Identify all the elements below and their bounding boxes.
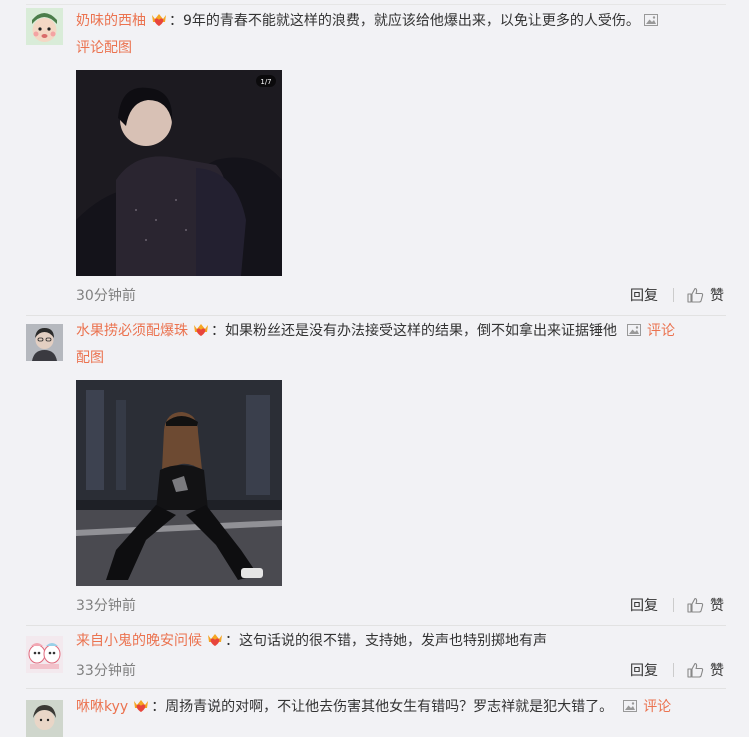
divider [26,688,726,689]
comment-image-link-continued[interactable]: 配图 [76,350,104,366]
thumbs-up-icon [687,597,704,613]
comment-time: 33分钟前 [76,663,136,679]
like-button[interactable]: 赞 [687,595,724,615]
avatar[interactable] [26,8,63,45]
divider [26,625,726,626]
reply-button[interactable]: 回复 [630,595,658,615]
comment-photo[interactable]: 1/7 [76,70,282,276]
top-divider [26,4,726,5]
vip-heart-badge-icon[interactable] [192,323,210,337]
comment-body: 咻咻kyy ：周扬青说的对啊，不让他去伤害其他女生有错吗？罗志祥就是犯大错了。 评论 [76,694,726,721]
avatar[interactable] [26,636,63,673]
like-label: 赞 [710,288,724,304]
thumbs-up-icon [687,287,704,303]
comment-body: 奶味的西柚 ：9年的青春不能就这样的浪费，就应该给他爆出来，以免让更多的人受伤。评… [76,8,726,62]
vip-heart-badge-icon[interactable] [132,699,150,713]
comment-text: ：如果粉丝还是没有办法接受这样的结果，倒不如拿出来证据锤他 [211,323,617,339]
avatar[interactable] [26,324,63,361]
vip-heart-badge-icon[interactable] [206,633,224,647]
comment-image-link[interactable]: 评论 [647,323,675,339]
comment-image-link[interactable]: 评论 [643,699,671,715]
image-icon[interactable] [643,14,658,26]
comment-body: 水果捞必须配爆珠 ：如果粉丝还是没有办法接受这样的结果，倒不如拿出来证据锤他 评论配… [76,318,726,372]
comment-image-link[interactable]: 评论配图 [76,40,132,56]
comment-photo[interactable] [76,380,282,586]
image-icon[interactable] [627,324,641,336]
comment-text: ：周扬青说的对啊，不让他去伤害其他女生有错吗？罗志祥就是犯大错了。 [151,699,614,715]
like-label: 赞 [710,663,724,679]
username-link[interactable]: 来自小鬼的晚安问候 [76,633,202,649]
divider [673,663,674,677]
comment-text: ：这句话说的很不错，支持她，发声也特别掷地有声 [225,633,547,649]
comment-text: ：9年的青春不能就这样的浪费，就应该给他爆出来，以免让更多的人受伤。 [169,13,640,29]
divider [26,315,726,316]
comment-body: 来自小鬼的晚安问候 ：这句话说的很不错，支持她，发声也特别掷地有声 [76,628,726,655]
username-link[interactable]: 咻咻kyy [76,699,128,715]
reply-button[interactable]: 回复 [630,660,658,680]
divider [673,598,674,612]
comment-time: 30分钟前 [76,288,136,304]
reply-button[interactable]: 回复 [630,285,658,305]
comment-time: 33分钟前 [76,598,136,614]
avatar[interactable] [26,700,63,737]
like-label: 赞 [710,598,724,614]
username-link[interactable]: 奶味的西柚 [76,13,146,29]
image-icon[interactable] [623,700,638,712]
vip-heart-badge-icon[interactable] [150,13,168,27]
divider [673,288,674,302]
like-button[interactable]: 赞 [687,285,724,305]
thumbs-up-icon [687,662,704,678]
like-button[interactable]: 赞 [687,660,724,680]
photo-counter: 1/7 [260,78,271,86]
username-link[interactable]: 水果捞必须配爆珠 [76,323,188,339]
